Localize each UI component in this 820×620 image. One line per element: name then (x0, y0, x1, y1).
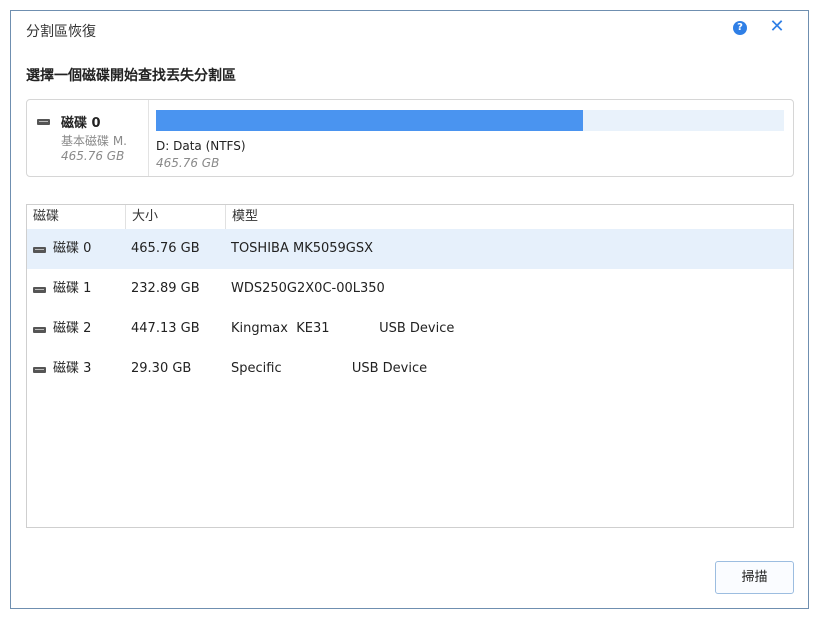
row-disk: 磁碟 0 (53, 241, 92, 256)
row-disk: 磁碟 3 (53, 361, 92, 376)
column-header-size[interactable]: 大小 (126, 205, 226, 229)
selected-disk-type: 基本磁碟 M. (61, 134, 127, 148)
table-header: 磁碟 大小 模型 (27, 205, 793, 230)
column-header-model[interactable]: 模型 (226, 205, 793, 229)
partition-recovery-dialog: 分割區恢復 ? ✕ 選擇一個磁碟開始查找丟失分割區 磁碟 0 基本磁碟 M. 4… (10, 10, 809, 609)
help-icon[interactable]: ? (733, 21, 747, 35)
row-model: TOSHIBA MK5059GSX (231, 241, 374, 256)
selected-disk-panel: 磁碟 0 基本磁碟 M. 465.76 GB D: Data (NTFS) 46… (26, 99, 794, 177)
row-size: 29.30 GB (131, 361, 192, 376)
partition-usage-bar[interactable] (156, 110, 784, 131)
partition-size: 465.76 GB (156, 156, 220, 170)
scan-button[interactable]: 掃描 (715, 561, 794, 594)
disk-table: 磁碟 大小 模型 磁碟 0 465.76 GB TOSHIBA MK5059GS… (26, 204, 794, 528)
table-row[interactable]: 磁碟 0 465.76 GB TOSHIBA MK5059GSX (27, 229, 793, 269)
close-icon[interactable]: ✕ (768, 18, 786, 36)
window-title: 分割區恢復 (26, 24, 96, 40)
drive-icon (33, 287, 46, 293)
table-row[interactable]: 磁碟 3 29.30 GB Specific USB Device (27, 349, 793, 389)
drive-icon (33, 327, 46, 333)
selected-disk-name: 磁碟 0 (61, 116, 101, 131)
selected-disk-size: 465.76 GB (61, 149, 125, 163)
table-row[interactable]: 磁碟 2 447.13 GB Kingmax KE31 USB Device (27, 309, 793, 349)
row-model: Specific USB Device (231, 361, 428, 376)
row-model: WDS250G2X0C-00L350 (231, 281, 385, 296)
row-disk: 磁碟 1 (53, 281, 92, 296)
instruction-heading: 選擇一個磁碟開始查找丟失分割區 (26, 68, 236, 84)
row-size: 465.76 GB (131, 241, 200, 256)
partition-label: D: Data (NTFS) (156, 139, 246, 153)
drive-icon (37, 119, 50, 125)
column-header-disk[interactable]: 磁碟 (27, 205, 126, 229)
table-row[interactable]: 磁碟 1 232.89 GB WDS250G2X0C-00L350 (27, 269, 793, 309)
row-size: 232.89 GB (131, 281, 200, 296)
selected-disk-summary: 磁碟 0 基本磁碟 M. 465.76 GB (27, 100, 149, 176)
drive-icon (33, 247, 46, 253)
partition-usage-fill (156, 110, 584, 131)
row-size: 447.13 GB (131, 321, 200, 336)
row-model: Kingmax KE31 USB Device (231, 321, 455, 336)
row-disk: 磁碟 2 (53, 321, 92, 336)
drive-icon (33, 367, 46, 373)
